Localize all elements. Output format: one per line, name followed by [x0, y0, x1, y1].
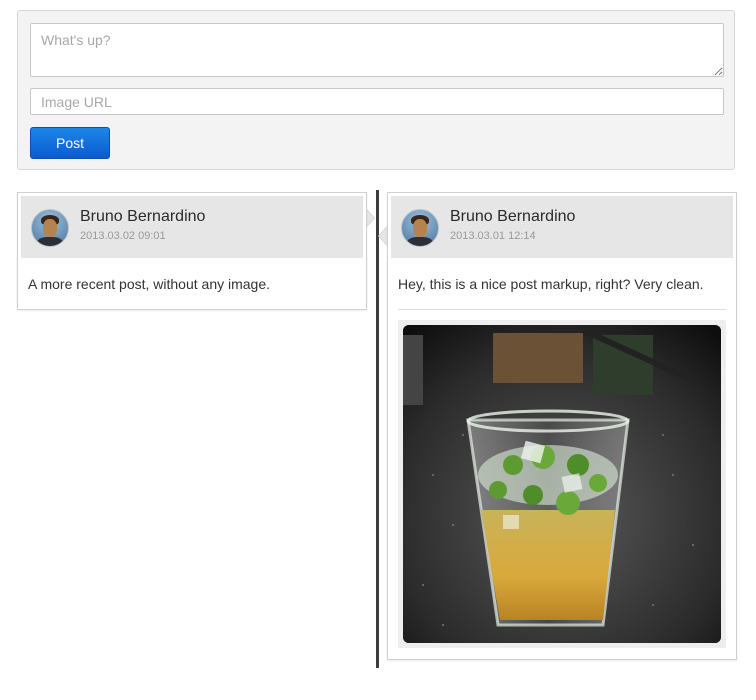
image-url-input[interactable] — [30, 88, 724, 115]
post-text: Hey, this is a nice post markup, right? … — [398, 276, 704, 292]
timeline-line — [376, 190, 379, 668]
post-timestamp: 2013.03.02 09:01 — [80, 230, 166, 242]
post-author[interactable]: Bruno Bernardino — [450, 208, 575, 226]
post-header: Bruno Bernardino 2013.03.02 09:01 — [21, 196, 363, 258]
post-image[interactable] — [403, 325, 721, 643]
post-text: A more recent post, without any image. — [28, 276, 271, 292]
post-header: Bruno Bernardino 2013.03.01 12:14 — [391, 196, 733, 258]
message-input[interactable] — [30, 23, 724, 77]
post-button[interactable]: Post — [30, 127, 110, 159]
mojito-glass-photo — [403, 325, 721, 643]
post-card: Bruno Bernardino 2013.03.02 09:01 A more… — [17, 192, 367, 310]
left-card-pointer-inner — [366, 209, 374, 227]
post-image-frame — [398, 320, 726, 648]
right-card-pointer-inner — [379, 227, 387, 245]
post-composer: Post — [17, 10, 735, 170]
avatar[interactable] — [31, 209, 69, 247]
post-card: Bruno Bernardino 2013.03.01 12:14 Hey, t… — [387, 192, 737, 660]
avatar[interactable] — [401, 209, 439, 247]
post-timestamp: 2013.03.01 12:14 — [450, 230, 536, 242]
post-divider — [398, 309, 726, 310]
post-author[interactable]: Bruno Bernardino — [80, 208, 205, 226]
